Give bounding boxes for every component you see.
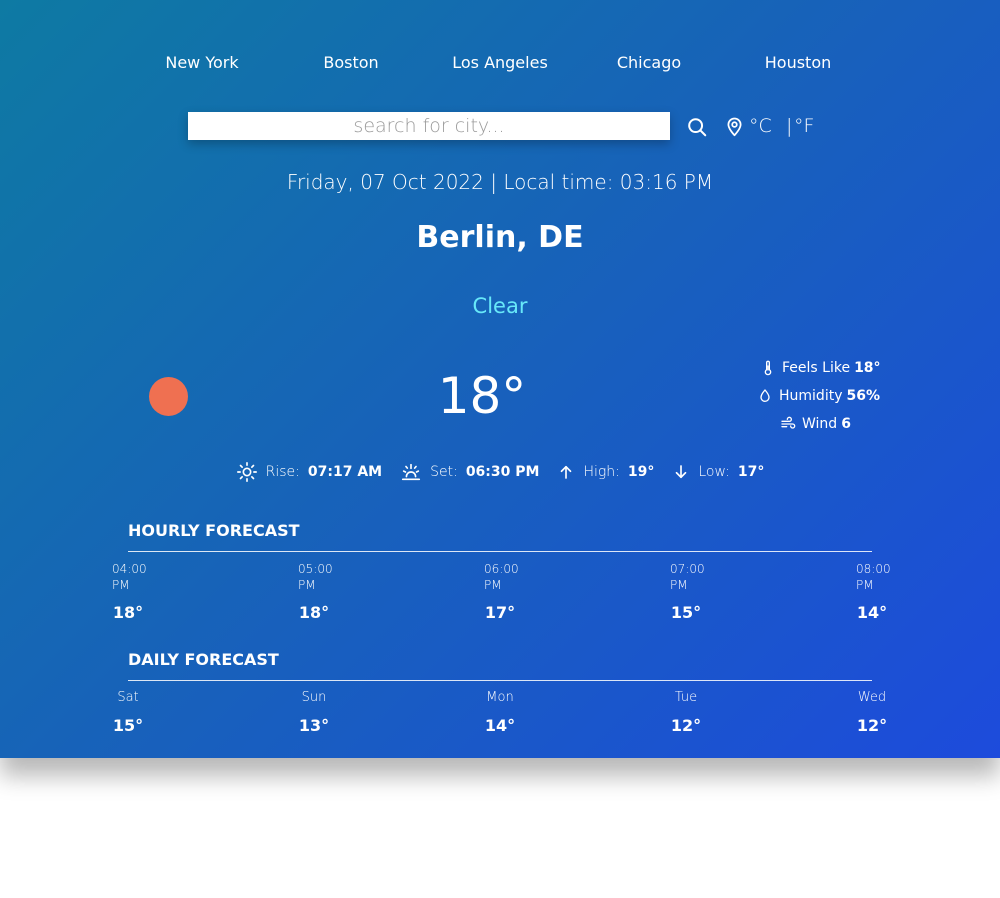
humidity-value: 56% bbox=[846, 388, 880, 404]
low-temp-item: Low: 17° bbox=[672, 463, 764, 481]
thermometer-icon bbox=[764, 360, 772, 376]
wind-icon bbox=[781, 416, 796, 429]
daily-divider bbox=[128, 680, 872, 681]
hourly-period: PM bbox=[856, 578, 874, 592]
daily-day: Wed bbox=[857, 690, 887, 705]
city-link-los-angeles[interactable]: Los Angeles bbox=[426, 52, 574, 76]
hourly-divider bbox=[128, 551, 872, 552]
hourly-temp: 14° bbox=[856, 603, 888, 622]
high-temp-label: High: bbox=[583, 464, 620, 480]
arrow-down-icon bbox=[676, 465, 687, 479]
sun-icon bbox=[236, 462, 257, 482]
celsius-toggle[interactable]: °C bbox=[749, 114, 772, 138]
daily-day: Sun bbox=[301, 690, 327, 705]
wind-row: Wind 6 bbox=[780, 415, 851, 433]
daily-day: Sat bbox=[117, 690, 139, 705]
hourly-temp: 18° bbox=[298, 603, 330, 622]
city-quick-links: New York Boston Los Angeles Chicago Hous… bbox=[128, 52, 872, 76]
weather-condition: Clear bbox=[472, 294, 528, 318]
daily-temp: 15° bbox=[112, 716, 144, 735]
humidity-row: Humidity 56% bbox=[757, 387, 880, 405]
humidity-label: Humidity bbox=[779, 388, 843, 404]
search-input[interactable] bbox=[188, 112, 670, 140]
current-temperature: 18° bbox=[437, 367, 527, 425]
hourly-time: 08:00 bbox=[856, 562, 891, 576]
local-datetime: Friday, 07 Oct 2022 | Local time: 03:16 … bbox=[286, 170, 714, 194]
daily-temp: 12° bbox=[670, 716, 702, 735]
hourly-time: 07:00 bbox=[670, 562, 705, 576]
sunset-icon bbox=[402, 463, 421, 481]
location-title: Berlin, DE bbox=[416, 220, 584, 255]
search-icon[interactable] bbox=[686, 116, 708, 138]
weather-app: New York Boston Los Angeles Chicago Hous… bbox=[0, 0, 1000, 758]
wind-value: 6 bbox=[841, 416, 851, 432]
hourly-time: 05:00 bbox=[298, 562, 333, 576]
low-temp-value: 17° bbox=[737, 464, 765, 480]
sunrise-item: Rise: 07:17 AM bbox=[236, 461, 382, 483]
hourly-temp: 18° bbox=[112, 603, 144, 622]
hourly-time: 06:00 bbox=[484, 562, 519, 576]
daily-day: Mon bbox=[486, 690, 514, 705]
droplet-icon bbox=[760, 389, 770, 402]
high-temp-item: High: 19° bbox=[557, 463, 654, 481]
daily-temp: 14° bbox=[484, 716, 516, 735]
city-link-houston[interactable]: Houston bbox=[724, 52, 872, 76]
daily-day: Tue bbox=[674, 690, 698, 705]
high-temp-value: 19° bbox=[627, 464, 655, 480]
sunset-label: Set: bbox=[430, 464, 458, 480]
map-pin-icon[interactable] bbox=[724, 116, 745, 137]
daily-temp: 12° bbox=[856, 716, 888, 735]
arrow-up-icon bbox=[561, 465, 572, 479]
hourly-forecast-title: HOURLY FORECAST bbox=[128, 521, 300, 540]
daily-forecast-title: DAILY FORECAST bbox=[128, 650, 279, 669]
hourly-time: 04:00 bbox=[112, 562, 147, 576]
sunrise-label: Rise: bbox=[265, 464, 300, 480]
hourly-temp: 17° bbox=[484, 603, 516, 622]
daily-temp: 13° bbox=[298, 716, 330, 735]
sun-and-range-row: Rise: 07:17 AM Set: 06:30 PM High: 19° L… bbox=[0, 460, 1000, 484]
hourly-temp: 15° bbox=[670, 603, 702, 622]
city-link-new-york[interactable]: New York bbox=[128, 52, 276, 76]
feels-like-row: Feels Like 18° bbox=[760, 359, 881, 377]
sunset-value: 06:30 PM bbox=[465, 464, 540, 480]
unit-separator: | bbox=[786, 115, 793, 137]
feels-like-value: 18° bbox=[854, 360, 881, 376]
sunrise-value: 07:17 AM bbox=[307, 464, 383, 480]
hourly-period: PM bbox=[112, 578, 130, 592]
fahrenheit-toggle[interactable]: °F bbox=[794, 114, 814, 138]
hourly-period: PM bbox=[670, 578, 688, 592]
feels-like-label: Feels Like bbox=[782, 360, 851, 376]
sunset-item: Set: 06:30 PM bbox=[400, 461, 539, 483]
hourly-period: PM bbox=[298, 578, 316, 592]
wind-label: Wind bbox=[802, 416, 838, 432]
city-link-boston[interactable]: Boston bbox=[277, 52, 425, 76]
city-link-chicago[interactable]: Chicago bbox=[575, 52, 723, 76]
hourly-period: PM bbox=[484, 578, 502, 592]
sun-circle-icon bbox=[149, 377, 188, 416]
low-temp-label: Low: bbox=[698, 464, 730, 480]
